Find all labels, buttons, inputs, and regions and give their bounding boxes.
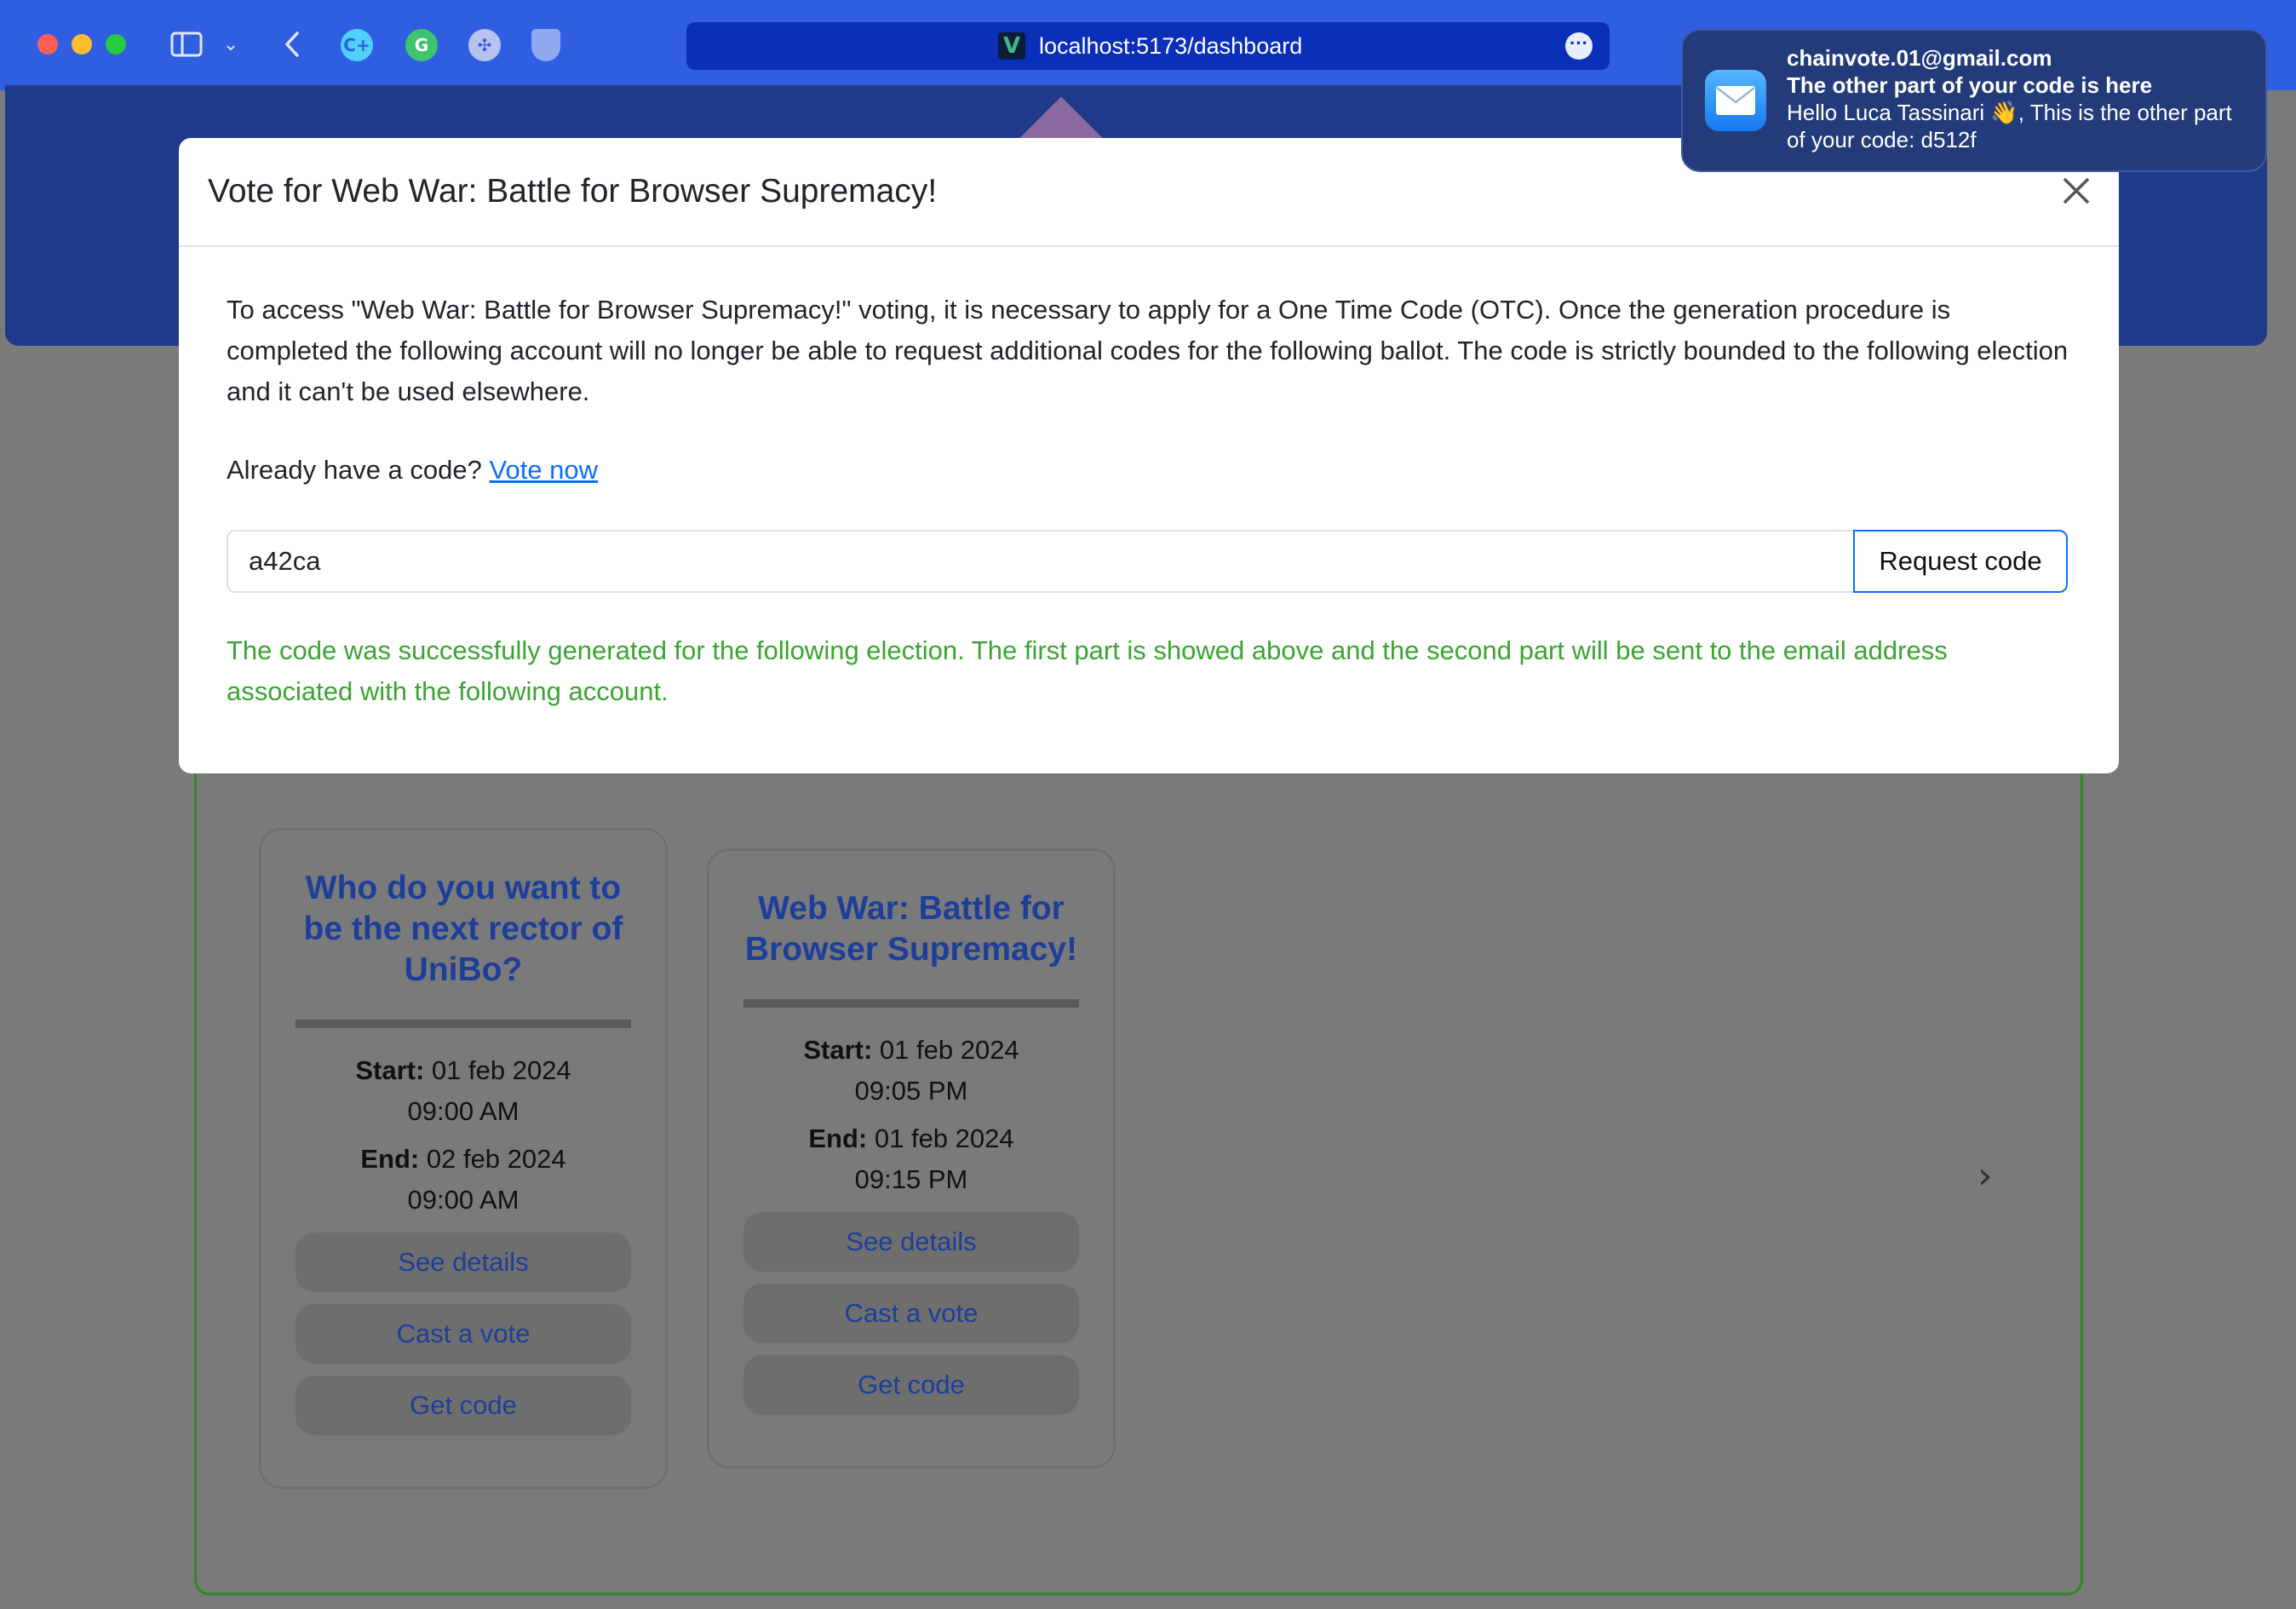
extension-grammarly-icon[interactable]: G: [405, 29, 438, 61]
request-code-button[interactable]: Request code: [1853, 530, 2068, 593]
election-dates: Start: 01 feb 2024 09:00 AM End: 02 feb 2…: [261, 1050, 665, 1221]
cast-vote-button[interactable]: Cast a vote: [296, 1304, 631, 1364]
modal-body: To access "Web War: Battle for Browser S…: [179, 247, 2119, 712]
already-have-code-text: Already have a code?: [227, 455, 482, 485]
vote-now-link[interactable]: Vote now: [490, 455, 599, 485]
mail-notification[interactable]: chainvote.01@gmail.com The other part of…: [1681, 29, 2267, 172]
end-date: 01 feb 2024: [874, 1123, 1014, 1153]
minimize-window-button[interactable]: [72, 34, 92, 55]
end-date: 02 feb 2024: [426, 1144, 566, 1174]
start-label: Start:: [355, 1055, 425, 1085]
end-label: End:: [360, 1144, 420, 1174]
election-title: Who do you want to be the next rector of…: [303, 870, 623, 988]
end-time: 09:00 AM: [407, 1185, 519, 1215]
more-options-icon[interactable]: ···: [1565, 32, 1593, 60]
start-time: 09:05 PM: [854, 1076, 968, 1106]
mail-envelope-icon: [1705, 70, 1766, 131]
code-input[interactable]: [227, 530, 1855, 593]
start-label: Start:: [803, 1035, 873, 1065]
back-arrow-icon[interactable]: [279, 26, 305, 63]
divider: [296, 1020, 631, 1028]
election-card: Who do you want to be the next rector of…: [259, 828, 668, 1489]
see-details-button[interactable]: See details: [296, 1233, 631, 1292]
cast-vote-button[interactable]: Cast a vote: [743, 1284, 1079, 1343]
modal-description: To access "Web War: Battle for Browser S…: [227, 295, 2069, 406]
election-card: Web War: Battle for Browser Supremacy! S…: [707, 848, 1116, 1468]
modal-title: Vote for Web War: Battle for Browser Sup…: [208, 173, 938, 210]
start-date: 01 feb 2024: [879, 1035, 1019, 1065]
success-message: The code was successfully generated for …: [227, 635, 1948, 706]
start-time: 09:00 AM: [407, 1096, 519, 1126]
close-icon[interactable]: [2058, 172, 2095, 210]
notification-body: Hello Luca Tassinari 👋, This is the othe…: [1787, 100, 2232, 152]
code-input-group: Request code: [227, 530, 2071, 593]
get-code-button[interactable]: Get code: [296, 1376, 631, 1435]
notification-subject: The other part of your code is here: [1787, 72, 2153, 98]
election-title: Web War: Battle for Browser Supremacy!: [744, 890, 1078, 968]
get-code-button[interactable]: Get code: [743, 1355, 1079, 1415]
zoom-window-button[interactable]: [106, 34, 126, 55]
address-bar[interactable]: V localhost:5173/dashboard ···: [686, 22, 1610, 70]
carousel-next-icon[interactable]: ›: [1977, 1154, 1993, 1198]
extension-c-plus-icon[interactable]: C+: [341, 29, 373, 61]
election-dates: Start: 01 feb 2024 09:05 PM End: 01 feb 2…: [709, 1030, 1113, 1200]
divider: [743, 999, 1079, 1008]
extension-shield-icon[interactable]: [531, 29, 560, 61]
end-time: 09:15 PM: [854, 1164, 968, 1194]
start-date: 01 feb 2024: [431, 1055, 571, 1085]
url-text[interactable]: localhost:5173/dashboard: [1039, 22, 1302, 70]
chevron-down-icon[interactable]: ⌄: [218, 26, 244, 63]
sidebar-toggle-icon[interactable]: [169, 26, 204, 63]
already-have-code-line: Already have a code? Vote now: [227, 450, 2071, 491]
close-window-button[interactable]: [37, 34, 58, 55]
vote-code-modal: Vote for Web War: Battle for Browser Sup…: [179, 138, 2119, 773]
extension-gamepad-icon[interactable]: ✣: [468, 29, 501, 61]
notification-sender: chainvote.01@gmail.com: [1787, 45, 2052, 71]
vite-logo-icon: V: [998, 32, 1025, 60]
see-details-button[interactable]: See details: [743, 1212, 1079, 1272]
end-label: End:: [808, 1123, 868, 1153]
